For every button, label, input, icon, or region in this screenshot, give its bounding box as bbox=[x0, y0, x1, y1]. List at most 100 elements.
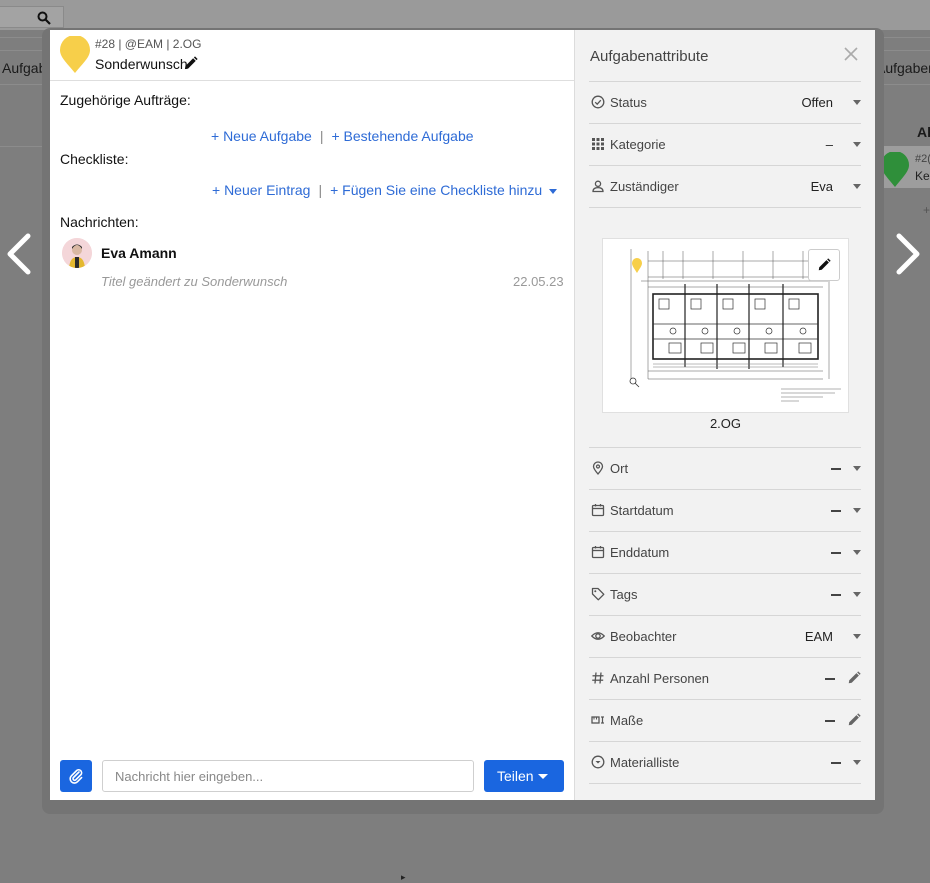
attribute-label: Materialliste bbox=[610, 755, 680, 770]
location-pin-icon bbox=[592, 461, 604, 475]
empty-value-dash bbox=[825, 678, 835, 680]
floor-plan-preview[interactable] bbox=[602, 238, 849, 413]
eye-icon bbox=[591, 632, 605, 640]
background-heading: Al bbox=[917, 124, 930, 140]
avatar bbox=[62, 238, 92, 268]
empty-value-dash bbox=[831, 762, 841, 764]
attribute-kategorie[interactable]: Kategorie – bbox=[589, 123, 861, 165]
link-separator: | bbox=[318, 182, 323, 198]
new-task-link[interactable]: + Neue Aufgabe bbox=[211, 128, 312, 144]
edit-title-pencil-icon[interactable] bbox=[183, 56, 198, 71]
chevron-down-icon[interactable] bbox=[853, 100, 861, 105]
attribute-label: Anzahl Personen bbox=[610, 671, 710, 686]
attributes-panel: Aufgabenattribute Status Offen Kategorie… bbox=[574, 30, 875, 800]
attribute-label: Status bbox=[610, 95, 647, 110]
messages-label: Nachrichten: bbox=[60, 214, 139, 230]
edit-plan-button[interactable] bbox=[808, 249, 840, 281]
attributes-divider bbox=[589, 783, 861, 784]
chevron-down-icon[interactable] bbox=[853, 466, 861, 471]
empty-value-dash bbox=[831, 510, 841, 512]
chevron-down-icon[interactable] bbox=[853, 592, 861, 597]
attribute-value: EAM bbox=[804, 629, 833, 644]
task-modal: #28 | @EAM | 2.OG Sonderwunsch Zugehörig… bbox=[50, 30, 875, 800]
message-input[interactable] bbox=[102, 760, 474, 792]
attribute-beobachter[interactable]: Beobachter EAM bbox=[589, 615, 861, 657]
background-card-text: Ke bbox=[915, 169, 930, 183]
empty-value-dash bbox=[825, 720, 835, 722]
user-avatar-icon bbox=[62, 238, 92, 268]
pencil-icon[interactable] bbox=[847, 713, 861, 727]
attribute-label: Zuständiger bbox=[610, 179, 679, 194]
task-pin-icon bbox=[60, 36, 90, 73]
attribute-enddatum[interactable]: Enddatum bbox=[589, 531, 861, 573]
task-title: Sonderwunsch bbox=[95, 56, 188, 72]
link-separator: | bbox=[319, 128, 324, 144]
share-button[interactable]: Teilen bbox=[484, 760, 564, 792]
next-arrow-icon[interactable] bbox=[893, 233, 923, 275]
attribute-value: Offen bbox=[801, 95, 833, 110]
attribute-materialliste[interactable]: Materialliste bbox=[589, 741, 861, 783]
add-checklist-link[interactable]: + Fügen Sie eine Checkliste hinzu bbox=[330, 182, 542, 198]
pencil-icon[interactable] bbox=[847, 671, 861, 685]
paperclip-icon bbox=[69, 769, 83, 784]
tag-icon bbox=[591, 587, 605, 601]
empty-value-dash bbox=[831, 552, 841, 554]
share-button-label: Teilen bbox=[497, 768, 534, 784]
attribute-label: Maße bbox=[610, 713, 644, 728]
attribute-tags[interactable]: Tags bbox=[589, 573, 861, 615]
calendar-icon bbox=[591, 546, 605, 559]
empty-value-dash bbox=[831, 468, 841, 470]
new-entry-link[interactable]: + Neuer Eintrag bbox=[212, 182, 310, 198]
task-pin-icon bbox=[881, 152, 909, 187]
attribute-status[interactable]: Status Offen bbox=[589, 81, 861, 123]
attach-button[interactable] bbox=[60, 760, 92, 792]
attribute-label: Enddatum bbox=[610, 545, 670, 560]
message-date: 22.05.23 bbox=[513, 274, 564, 289]
message-text: Titel geändert zu Sonderwunsch bbox=[101, 274, 288, 289]
chevron-down-icon[interactable] bbox=[853, 508, 861, 513]
chevron-down-icon[interactable] bbox=[853, 184, 861, 189]
search-icon bbox=[37, 11, 51, 25]
chevron-down-icon bbox=[538, 774, 548, 779]
ruler-icon bbox=[591, 716, 604, 724]
chevron-down-icon[interactable] bbox=[853, 142, 861, 147]
attribute-value: Eva bbox=[810, 179, 833, 194]
attributes-title: Aufgabenattribute bbox=[590, 48, 709, 65]
related-orders-links: + Neue Aufgabe | + Bestehende Aufgabe bbox=[211, 128, 474, 144]
attribute-value: – bbox=[825, 137, 833, 152]
chevron-circle-icon bbox=[591, 755, 605, 769]
chevron-down-icon[interactable] bbox=[853, 634, 861, 639]
background-search-button[interactable] bbox=[0, 6, 64, 28]
checklist-links: + Neuer Eintrag | + Fügen Sie eine Checkli… bbox=[212, 182, 558, 198]
attribute-anzahl-personen[interactable]: Anzahl Personen bbox=[589, 657, 861, 699]
related-orders-label: Zugehörige Aufträge: bbox=[60, 92, 191, 108]
attribute-masse[interactable]: Maße bbox=[589, 699, 861, 741]
previous-arrow-icon[interactable] bbox=[4, 233, 34, 275]
attribute-startdatum[interactable]: Startdatum bbox=[589, 489, 861, 531]
grid-icon bbox=[592, 138, 604, 150]
task-meta: #28 | @EAM | 2.OG bbox=[95, 37, 202, 51]
chevron-down-icon[interactable] bbox=[853, 550, 861, 555]
attribute-ort[interactable]: Ort bbox=[589, 447, 861, 489]
empty-value-dash bbox=[831, 594, 841, 596]
user-icon bbox=[592, 180, 604, 193]
calendar-icon bbox=[591, 504, 605, 517]
chevron-down-icon[interactable] bbox=[853, 760, 861, 765]
check-circle-icon bbox=[591, 95, 605, 109]
checklist-label: Checkliste: bbox=[60, 151, 129, 167]
background-plus[interactable]: + bbox=[923, 203, 930, 217]
background-card-number: #2( bbox=[915, 153, 930, 165]
attribute-label: Beobachter bbox=[610, 629, 677, 644]
attribute-label: Kategorie bbox=[610, 137, 666, 152]
attribute-label: Tags bbox=[610, 587, 638, 602]
chevron-down-icon[interactable] bbox=[549, 188, 558, 194]
task-header: #28 | @EAM | 2.OG Sonderwunsch bbox=[50, 30, 574, 81]
attribute-zustaendiger[interactable]: Zuständiger Eva bbox=[589, 165, 861, 207]
task-detail-panel: #28 | @EAM | 2.OG Sonderwunsch Zugehörig… bbox=[50, 30, 574, 800]
plan-label: 2.OG bbox=[709, 416, 742, 431]
existing-task-link[interactable]: + Bestehende Aufgabe bbox=[331, 128, 473, 144]
background-tab-right[interactable]: Aufgaben bbox=[876, 60, 930, 76]
close-icon[interactable] bbox=[843, 46, 859, 62]
attributes-divider bbox=[589, 207, 861, 208]
hash-icon bbox=[592, 672, 604, 684]
